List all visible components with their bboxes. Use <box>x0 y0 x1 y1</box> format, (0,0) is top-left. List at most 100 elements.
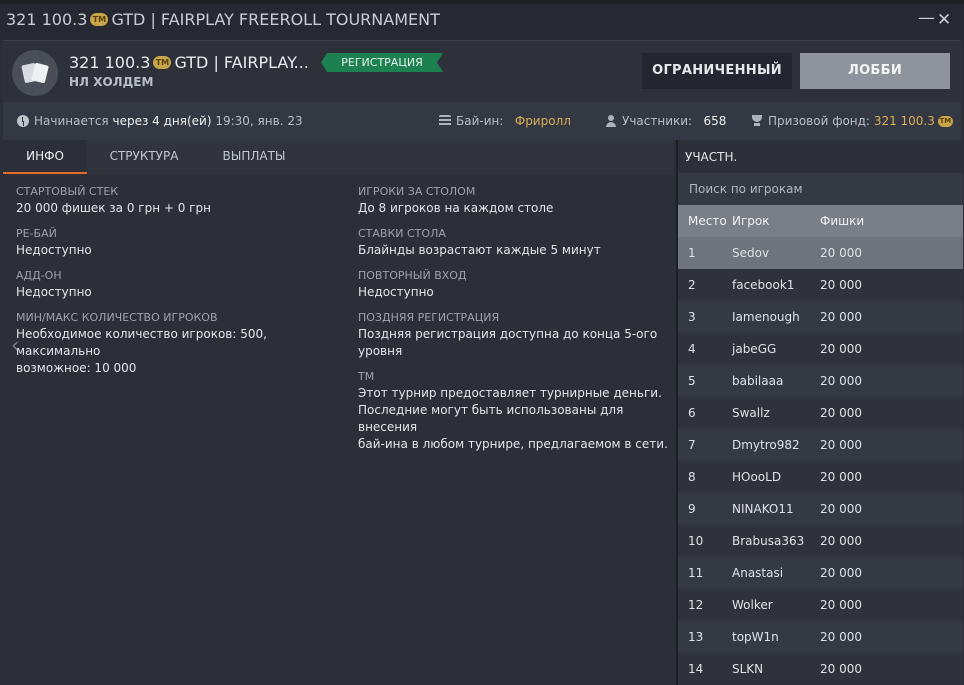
row-chips: 20 000 <box>820 342 862 356</box>
tab-structure[interactable]: СТРУКТУРА <box>97 140 191 174</box>
row-name: Swallz <box>732 406 770 420</box>
row-name: facebook1 <box>732 278 795 292</box>
reentry-field: ПОВТОРНЫЙ ВХОД Недоступно <box>358 267 670 301</box>
tm-value-line3: бай-ина в любом турнире, предлагаемом в … <box>358 437 668 451</box>
tournament-title: 321 100.3 TM GTD | FAIRPLAY... <box>69 53 309 72</box>
prize-pool: Призовой фонд: 321 100.3 TM <box>751 114 956 128</box>
chevron-left-icon[interactable]: ‹ <box>11 333 19 357</box>
tm-coin-icon: TM <box>90 13 109 26</box>
table-stakes-field: СТАВКИ СТОЛА Блайнды возрастают каждые 5… <box>358 225 670 259</box>
table-row[interactable]: 5 babilaaa 20 000 <box>678 365 963 397</box>
cards-icon <box>12 50 58 96</box>
start-stack-field: СТАРТОВЫЙ СТЕК 20 000 фишек за 0 грн + 0… <box>16 183 346 217</box>
row-name: babilaaa <box>732 374 784 388</box>
player-search-input[interactable]: Поиск по игрокам <box>678 173 963 205</box>
row-place: 12 <box>688 598 704 612</box>
players-table-header: Место Игрок Фишки <box>678 205 963 237</box>
row-chips: 20 000 <box>820 598 862 612</box>
clock-icon <box>17 115 29 127</box>
col-place[interactable]: Место <box>688 205 727 237</box>
table-row[interactable]: 13 topW1n 20 000 <box>678 621 963 653</box>
row-name: Iamenough <box>732 310 800 324</box>
start-date: 19:30, янв. 23 <box>215 114 303 128</box>
row-chips: 20 000 <box>820 662 862 676</box>
min-max-label: МИН/МАКС КОЛИЧЕСТВО ИГРОКОВ <box>16 311 218 324</box>
row-name: Dmytro982 <box>732 438 800 452</box>
players-count: Участники: 658 <box>605 114 726 128</box>
col-player[interactable]: Игрок <box>732 205 770 237</box>
tm-value-line2: Последние могут быть использованы для вн… <box>358 403 624 434</box>
addon-value: Недоступно <box>16 285 92 299</box>
tab-info[interactable]: ИНФО <box>3 140 87 174</box>
tournament-name: GTD | FAIRPLAY... <box>174 53 309 72</box>
row-place: 14 <box>688 662 704 676</box>
rebuy-value: Недоступно <box>16 243 92 257</box>
per-table-value: До 8 игроков на каждом столе <box>358 201 554 215</box>
min-max-players-field: МИН/МАКС КОЛИЧЕСТВО ИГРОКОВ Необходимое … <box>16 309 351 377</box>
players-panel: УЧАСТН. Поиск по игрокам Место Игрок Фиш… <box>676 140 963 685</box>
stakes-value: Блайнды возрастают каждые 5 минут <box>358 243 601 257</box>
game-type: НЛ ХОЛДЕМ <box>69 75 154 89</box>
minimize-button[interactable]: — <box>918 8 935 28</box>
row-place: 6 <box>688 406 696 420</box>
status-badge: РЕГИСТРАЦИЯ <box>321 53 443 72</box>
table-row[interactable]: 7 Dmytro982 20 000 <box>678 429 963 461</box>
row-chips: 20 000 <box>820 630 862 644</box>
table-row[interactable]: 3 Iamenough 20 000 <box>678 301 963 333</box>
late-reg-value-line2: уровня <box>358 344 403 358</box>
row-name: Wolker <box>732 598 773 612</box>
row-chips: 20 000 <box>820 502 862 516</box>
lobby-button[interactable]: ЛОББИ <box>800 53 950 89</box>
table-row[interactable]: 11 Anastasi 20 000 <box>678 557 963 589</box>
addon-field: АДД-ОН Недоступно <box>16 267 346 301</box>
addon-label: АДД-ОН <box>16 269 62 282</box>
user-icon <box>605 115 617 127</box>
table-row[interactable]: 6 Swallz 20 000 <box>678 397 963 429</box>
row-place: 11 <box>688 566 704 580</box>
table-row[interactable]: 8 HOooLD 20 000 <box>678 461 963 493</box>
tournament-window: 321 100.3 TM GTD | FAIRPLAY FREEROLL TOU… <box>0 0 964 685</box>
start-time: Начинается через 4 дня(ей) 19:30, янв. 2… <box>17 114 303 128</box>
start-label: Начинается <box>34 114 109 128</box>
row-name: topW1n <box>732 630 779 644</box>
tab-payouts[interactable]: ВЫПЛАТЫ <box>211 140 297 174</box>
table-row[interactable]: 9 NINAKO11 20 000 <box>678 493 963 525</box>
row-chips: 20 000 <box>820 534 862 548</box>
row-name: HOooLD <box>732 470 782 484</box>
start-in: через 4 дня(ей) <box>112 114 212 128</box>
table-row[interactable]: 1 Sedov 20 000 <box>678 237 963 269</box>
table-row[interactable]: 14 SLKN 20 000 <box>678 653 963 685</box>
players-panel-title: УЧАСТН. <box>685 150 738 164</box>
row-place: 5 <box>688 374 696 388</box>
stakes-label: СТАВКИ СТОЛА <box>358 227 446 240</box>
row-place: 13 <box>688 630 704 644</box>
row-place: 9 <box>688 502 696 516</box>
start-stack-value: 20 000 фишек за 0 грн + 0 грн <box>16 201 211 215</box>
row-place: 7 <box>688 438 696 452</box>
tournament-header: 321 100.3 TM GTD | FAIRPLAY... НЛ ХОЛДЕМ… <box>3 40 961 102</box>
table-row[interactable]: 2 facebook1 20 000 <box>678 269 963 301</box>
table-row[interactable]: 10 Brabusa363 20 000 <box>678 525 963 557</box>
tournament-info-bar: Начинается через 4 дня(ей) 19:30, янв. 2… <box>3 102 961 140</box>
col-chips[interactable]: Фишки <box>820 205 864 237</box>
prize-label: Призовой фонд: <box>768 114 870 128</box>
row-name: Anastasi <box>732 566 784 580</box>
row-chips: 20 000 <box>820 566 862 580</box>
tm-value-line1: Этот турнир предоставляет турнирные день… <box>358 386 662 400</box>
limited-button[interactable]: ОГРАНИЧЕННЫЙ <box>642 53 792 89</box>
tab-bar: ИНФО СТРУКТУРА ВЫПЛАТЫ <box>3 140 674 174</box>
row-chips: 20 000 <box>820 374 862 388</box>
row-chips: 20 000 <box>820 278 862 292</box>
tm-field: TM Этот турнир предоставляет турнирные д… <box>358 368 670 453</box>
tm-coin-icon: TM <box>937 115 953 127</box>
row-name: jabeGG <box>732 342 777 356</box>
table-row[interactable]: 12 Wolker 20 000 <box>678 589 963 621</box>
min-max-value-line1: Необходимое количество игроков: 500, мак… <box>16 327 267 358</box>
close-button[interactable]: ✕ <box>937 10 951 30</box>
table-row[interactable]: 4 jabeGG 20 000 <box>678 333 963 365</box>
row-name: SLKN <box>732 662 764 676</box>
min-max-value-line2: возможное: 10 000 <box>16 361 137 375</box>
window-title: 321 100.3 TM GTD | FAIRPLAY FREEROLL TOU… <box>6 10 440 29</box>
trophy-icon <box>751 115 763 127</box>
row-chips: 20 000 <box>820 310 862 324</box>
